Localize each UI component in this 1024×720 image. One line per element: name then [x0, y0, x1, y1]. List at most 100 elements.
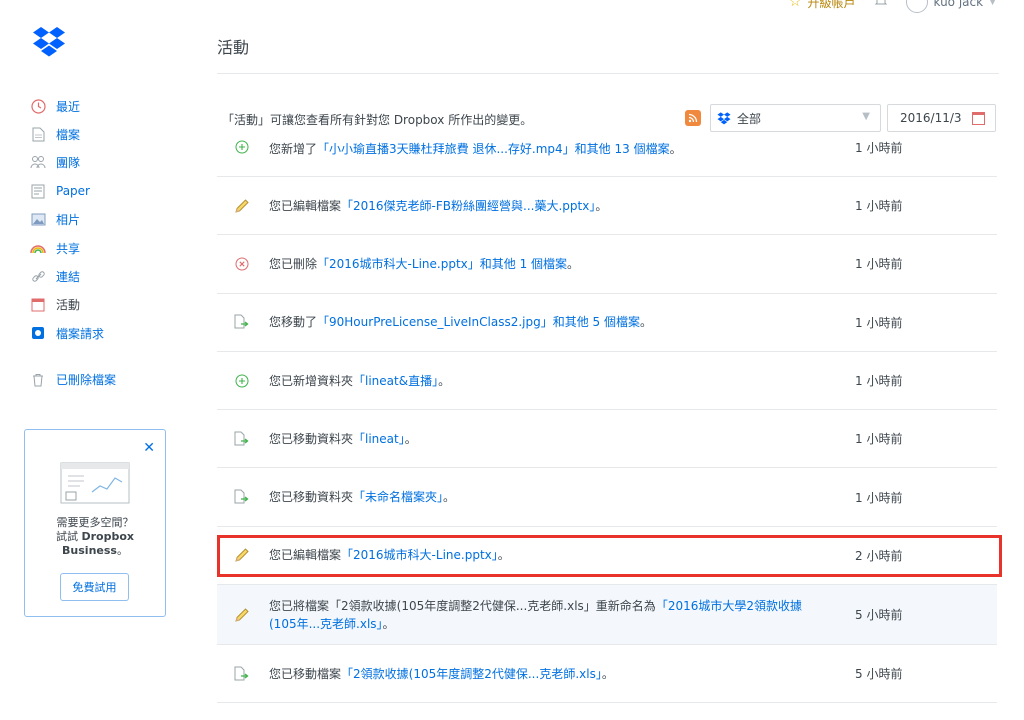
- sidebar-item-photos[interactable]: 相片: [30, 206, 180, 234]
- activity-link[interactable]: 「未命名檔案夾」: [353, 490, 443, 504]
- team-icon: [30, 155, 46, 171]
- activity-text: 您新增了: [269, 142, 318, 156]
- user-menu[interactable]: kuo jack ▼: [905, 0, 996, 13]
- divider: [217, 73, 999, 74]
- activity-filter-select[interactable]: 全部 ▼: [710, 104, 881, 132]
- activity-message: 您已編輯檔案「2016城市科大-Line.pptx」。: [269, 546, 814, 564]
- sidebar-item-label: 檔案請求: [56, 326, 105, 341]
- activity-text-end: 。: [382, 616, 395, 631]
- sidebar: 最近 檔案 團隊 Paper 相片 共享 連結 活動 檔案請求 已刪除檔案: [30, 92, 180, 394]
- promo-suffix: 。: [116, 544, 128, 557]
- rainbow-icon: [30, 240, 46, 256]
- chevron-down-icon: ▼: [989, 0, 996, 7]
- bell-icon[interactable]: [874, 0, 888, 11]
- activity-message: 您移動了「90HourPreLicense_LiveInClass2.jpg」和…: [269, 313, 814, 331]
- sidebar-item-label: 已刪除檔案: [56, 373, 117, 388]
- browser-illustration-icon: [60, 462, 130, 504]
- star-icon: ☆: [788, 0, 802, 10]
- activity-link[interactable]: 「lineat」: [353, 432, 405, 446]
- chevron-down-icon: ▼: [862, 111, 870, 122]
- activity-row: 您已編輯檔案「2016傑克老師-FB粉絲團經營與...藥大.pptx」。 1 小時…: [217, 177, 997, 236]
- activity-text-end: 。: [640, 315, 653, 330]
- activity-time: 1 小時前: [855, 199, 903, 214]
- activity-link[interactable]: 「小小瑜直播3天賺杜拜旅費 退休...存好.mp4」和其他 13 個檔案: [317, 142, 670, 156]
- activity-text-end: 。: [438, 373, 451, 388]
- sidebar-item-label: 連結: [56, 270, 81, 285]
- photo-icon: [30, 212, 46, 228]
- add-icon: [233, 372, 251, 390]
- sidebar-item-label: 活動: [56, 298, 81, 313]
- activity-row: 您已移動檔案「2領款收據(105年度調整2代健保...克老師.xls」。 5 小時…: [217, 645, 997, 704]
- file-request-icon: [30, 325, 46, 341]
- rss-icon[interactable]: [685, 110, 701, 126]
- activity-text-end: 。: [497, 548, 510, 563]
- sidebar-item-files[interactable]: 檔案: [30, 120, 180, 148]
- activity-message: 您已移動資料夾「未命名檔案夾」。: [269, 488, 814, 506]
- activity-link[interactable]: 「2016城市科大-Line.pptx」: [341, 548, 498, 562]
- sidebar-item-links[interactable]: 連結: [30, 262, 180, 290]
- activity-text: 您已移動資料夾: [269, 490, 354, 505]
- sidebar-item-label: 共享: [56, 241, 81, 256]
- sidebar-item-paper[interactable]: Paper: [30, 177, 180, 205]
- sidebar-item-activity[interactable]: 活動: [30, 291, 180, 319]
- sidebar-item-recent[interactable]: 最近: [30, 92, 180, 120]
- calendar-icon: [972, 112, 985, 125]
- add-icon: [233, 138, 251, 156]
- promo-prefix: 試試: [55, 530, 82, 543]
- promo-line-1: 需要更多空間？: [56, 516, 134, 529]
- activity-message: 您已新增資料夾「lineat&直播」。: [269, 372, 814, 390]
- dropbox-icon: [717, 111, 731, 125]
- activity-text: 您已編輯檔案: [269, 548, 342, 563]
- activity-link[interactable]: 「2016城市科大-Line.pptx」和其他 1 個檔案: [317, 257, 567, 271]
- free-trial-button[interactable]: 免費試用: [60, 573, 129, 601]
- activity-text-end: 。: [669, 142, 682, 156]
- activity-link[interactable]: 「2領款收據(105年度調整2代健保...克老師.xls」: [341, 667, 602, 681]
- sidebar-item-sharing[interactable]: 共享: [30, 234, 180, 262]
- trash-icon: [30, 372, 46, 388]
- activity-time: 1 小時前: [855, 257, 903, 272]
- move-icon: [233, 665, 251, 683]
- activity-text-end: 。: [595, 198, 608, 213]
- promo-product: Business: [62, 544, 117, 557]
- sidebar-item-file-requests[interactable]: 檔案請求: [30, 319, 180, 347]
- date-picker[interactable]: 2016/11/3: [887, 104, 996, 132]
- activity-time: 5 小時前: [855, 667, 903, 682]
- pencil-icon: [233, 546, 251, 564]
- sidebar-item-label: 最近: [56, 99, 81, 114]
- move-icon: [233, 430, 251, 448]
- activity-message: 您已移動檔案「2領款收據(105年度調整2代健保...克老師.xls」。: [269, 665, 814, 683]
- date-value: 2016/11/3: [900, 111, 962, 125]
- activity-row: 您新增了「小小瑜直播3天賺杜拜旅費 退休...存好.mp4」和其他 13 個檔案…: [217, 129, 997, 177]
- close-icon[interactable]: ✕: [143, 440, 155, 456]
- activity-link[interactable]: 「2016傑克老師-FB粉絲團經營與...藥大.pptx」: [341, 199, 595, 213]
- activity-message: 您已移動資料夾「lineat」。: [269, 430, 814, 448]
- calendar-icon: [30, 297, 46, 313]
- sidebar-item-label: 相片: [56, 213, 81, 228]
- activity-row: 您已刪除「2016城市科大-Line.pptx」和其他 1 個檔案。 1 小時前: [217, 235, 997, 294]
- activity-time: 1 小時前: [855, 141, 903, 155]
- sidebar-item-team[interactable]: 團隊: [30, 149, 180, 177]
- activity-text-end: 。: [567, 256, 580, 271]
- activity-row: 您已移動資料夾「lineat」。 1 小時前: [217, 410, 997, 469]
- promo-line-3: Business。: [25, 544, 165, 558]
- activity-message: 您已編輯檔案「2016傑克老師-FB粉絲團經營與...藥大.pptx」。: [269, 197, 814, 215]
- activity-link[interactable]: 「90HourPreLicense_LiveInClass2.jpg」和其他 5…: [317, 315, 640, 329]
- top-bar: ☆ 升級帳戶 kuo jack ▼: [789, 0, 996, 13]
- pencil-icon: [233, 606, 251, 624]
- activity-link[interactable]: 「lineat&直播」: [353, 374, 438, 388]
- clock-icon: [30, 98, 46, 114]
- user-name: kuo jack: [933, 0, 984, 9]
- page-title: 活動: [217, 38, 250, 57]
- move-icon: [233, 488, 251, 506]
- promo-line-2: 試試 Dropbox: [25, 530, 165, 544]
- activity-row: 您移動了「90HourPreLicense_LiveInClass2.jpg」和…: [217, 294, 997, 352]
- upgrade-account-link[interactable]: ☆ 升級帳戶: [789, 0, 856, 11]
- link-icon: [30, 269, 46, 285]
- move-icon: [233, 313, 251, 331]
- activity-message: 您已將檔案「2領款收據(105年度調整2代健保...克老師.xls」重新命名為「…: [269, 597, 814, 633]
- activity-time: 1 小時前: [855, 374, 903, 389]
- activity-message: 您新增了「小小瑜直播3天賺杜拜旅費 退休...存好.mp4」和其他 13 個檔案…: [269, 140, 814, 158]
- dropbox-logo[interactable]: [32, 26, 66, 58]
- sidebar-item-deleted-files[interactable]: 已刪除檔案: [30, 366, 180, 394]
- activity-text: 您已移動檔案: [269, 666, 342, 681]
